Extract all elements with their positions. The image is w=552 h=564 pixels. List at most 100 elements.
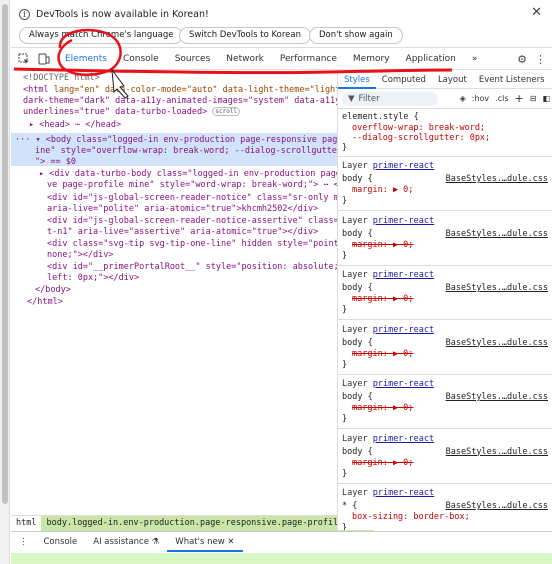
dom-node-line[interactable]: <html lang="en" data-color-mode="auto" d… — [23, 85, 337, 96]
styles-tabs: Styles Computed Layout Event Listeners — [338, 71, 552, 89]
tab-sources[interactable]: Sources — [167, 49, 219, 70]
tab-styles[interactable]: Styles — [338, 71, 376, 89]
layer-rule: Layer primer-react * { BaseStyles.…dule.cs… — [338, 484, 552, 530]
rule-source-link[interactable]: BaseStyles.…dule.css — [446, 283, 548, 293]
css-property[interactable]: box-sizing: border-box; — [352, 512, 470, 522]
dom-node-line[interactable]: t-n1" aria-live="assertive" aria-atomic=… — [47, 227, 318, 238]
rule-source-link[interactable]: BaseStyles.…dule.css — [446, 229, 548, 239]
css-property[interactable]: margin: ▶ 0; — [352, 403, 413, 413]
gear-icon[interactable]: ⚙ — [517, 53, 527, 66]
dom-node-line[interactable]: <div id="__primerPortalRoot__" style="po… — [47, 262, 337, 273]
left-scrollbar[interactable] — [0, 0, 10, 564]
dom-node-line[interactable]: <div id="js-global-screen-reader-notice"… — [47, 193, 337, 204]
tab-network[interactable]: Network — [218, 49, 272, 70]
layer-label: Layer primer-react — [342, 216, 434, 226]
rule-close[interactable]: } — [342, 143, 347, 153]
tab-elements[interactable]: Elements — [57, 49, 115, 70]
switch-to-korean-button[interactable]: Switch DevTools to Korean — [179, 27, 311, 44]
css-property[interactable]: margin: ▶ 0; — [352, 349, 413, 359]
layer-text: Layer — [342, 161, 373, 171]
css-property[interactable]: margin: ▶ 0; — [352, 185, 413, 195]
tab-computed[interactable]: Computed — [376, 71, 432, 89]
sidebar-toggle-icon[interactable]: ◧ — [542, 94, 550, 103]
dom-node-line[interactable]: <div id="js-global-screen-reader-notice-… — [47, 216, 337, 227]
kebab-menu-icon[interactable]: ⋮ — [535, 53, 546, 66]
dom-node-line[interactable]: </body> — [35, 285, 71, 296]
tab-layout[interactable]: Layout — [432, 71, 473, 89]
drawer-tab-whats-new[interactable]: What's new ✕ — [167, 532, 243, 552]
dom-node-line[interactable]: dark-theme="dark" data-a11y-animated-ima… — [23, 96, 337, 107]
dom-node-line[interactable]: </html> — [27, 297, 63, 308]
layer-label: Layer primer-react — [342, 379, 434, 389]
dom-node-line[interactable]: ve page-profile mine" style="word-wrap: … — [47, 180, 337, 191]
tab-performance[interactable]: Performance — [272, 49, 345, 70]
layer-link[interactable]: primer-react — [373, 325, 434, 335]
layer-link[interactable]: primer-react — [373, 434, 434, 444]
dom-node-line[interactable]: "> == $0 — [35, 157, 76, 168]
rule-source-link[interactable]: BaseStyles.…dule.css — [446, 501, 548, 511]
tab-memory[interactable]: Memory — [345, 49, 398, 70]
rule-selector[interactable]: body { — [342, 447, 373, 457]
layer-link[interactable]: primer-react — [373, 270, 434, 280]
rule-selector[interactable]: element.style { — [342, 112, 419, 122]
tab-event-listeners[interactable]: Event Listeners — [473, 71, 551, 89]
rule-source-link[interactable]: BaseStyles.…dule.css — [446, 174, 548, 184]
close-tab-icon[interactable]: ✕ — [227, 537, 234, 547]
doctype-line[interactable]: <!DOCTYPE html> — [23, 73, 100, 84]
rule-selector[interactable]: body { — [342, 229, 373, 239]
css-property[interactable]: margin: ▶ 0; — [352, 458, 413, 468]
class-toggle-button[interactable]: .cls — [495, 94, 508, 103]
layer-link[interactable]: primer-react — [373, 488, 434, 498]
rule-selector[interactable]: body { — [342, 283, 373, 293]
layer-text: Layer — [342, 488, 373, 498]
dom-node-line[interactable]: left: 0px;"></div> — [47, 273, 139, 284]
paint-bucket-icon[interactable]: ◈ — [460, 94, 466, 103]
drawer-tab-console[interactable]: Console — [36, 537, 86, 547]
rule-selector[interactable]: body { — [342, 174, 373, 184]
styles-filter-input[interactable]: ▼ Filter — [342, 91, 438, 106]
inspect-element-icon[interactable] — [17, 52, 31, 66]
dom-node-text: none;"></div> — [47, 250, 114, 260]
close-icon[interactable]: ✕ — [531, 5, 542, 20]
dom-node-line[interactable]: ▸ <head> ⋯ </head> — [29, 120, 121, 131]
dom-node-line[interactable]: aria-live="polite" aria-atomic="true">kh… — [47, 204, 318, 215]
dont-show-again-button[interactable]: Don't show again — [309, 27, 403, 44]
layer-link[interactable]: primer-react — [373, 161, 434, 171]
rule-source-link[interactable]: BaseStyles.…dule.css — [446, 392, 548, 402]
layer-link[interactable]: primer-react — [373, 216, 434, 226]
scrollbar-thumb[interactable] — [2, 4, 8, 504]
tab-application[interactable]: Application — [398, 49, 464, 70]
always-match-language-button[interactable]: Always match Chrome's language — [19, 27, 184, 44]
dom-node-tag: <html — [23, 85, 54, 95]
css-property[interactable]: margin: ▶ 0; — [352, 294, 413, 304]
hover-state-button[interactable]: :hov — [472, 94, 489, 103]
device-toolbar-icon[interactable] — [37, 52, 51, 66]
dom-node-line[interactable]: none;"></div> — [47, 250, 114, 261]
dom-node-line[interactable]: ▸ <div data-turbo-body class="logged-in … — [39, 169, 337, 180]
rule-selector[interactable]: body { — [342, 392, 373, 402]
css-property[interactable]: margin: ▶ 0; — [352, 240, 413, 250]
drawer-tab-ai-assistance[interactable]: AI assistance ⚗ — [85, 537, 167, 547]
new-rule-button[interactable]: + — [515, 92, 524, 105]
rule-source-link[interactable]: BaseStyles.…dule.css — [446, 338, 548, 348]
rule-close: } — [342, 468, 348, 479]
more-tabs-icon[interactable]: » — [464, 49, 486, 70]
computed-styles-icon[interactable]: ⊟ — [530, 94, 537, 103]
rule-source-link[interactable]: BaseStyles.…dule.css — [446, 447, 548, 457]
tab-console[interactable]: Console — [115, 49, 167, 70]
css-property[interactable]: overflow-wrap: break-word; — [352, 123, 485, 133]
rule-selector[interactable]: body { — [342, 338, 373, 348]
dom-node-line[interactable]: <div class="svg-tip svg-tip-one-line" hi… — [47, 239, 337, 250]
css-property[interactable]: --dialog-scrollgutter: 0px; — [352, 133, 490, 143]
drawer-menu-icon[interactable]: ⋮ — [11, 537, 36, 547]
scroll-badge[interactable]: scroll — [212, 107, 241, 116]
layer-link[interactable]: primer-react — [373, 379, 434, 389]
dom-node-line[interactable]: ··· ▾ <body class="logged-in env-product… — [15, 135, 337, 146]
breadcrumb-html[interactable]: html — [11, 516, 41, 531]
breadcrumb-body[interactable]: body.logged-in.env-production.page-respo… — [41, 515, 374, 531]
dom-node-line[interactable]: underlines="true" data-turbo-loaded> scr… — [23, 107, 241, 118]
rule-selector[interactable]: * { — [342, 501, 357, 511]
dom-node-line[interactable]: ine" style="overflow-wrap: break-word; -… — [35, 146, 337, 157]
layer-text: Layer — [342, 433, 373, 444]
dom-node-text: <div id="__primerPortalRoot__" style="po… — [47, 262, 337, 272]
